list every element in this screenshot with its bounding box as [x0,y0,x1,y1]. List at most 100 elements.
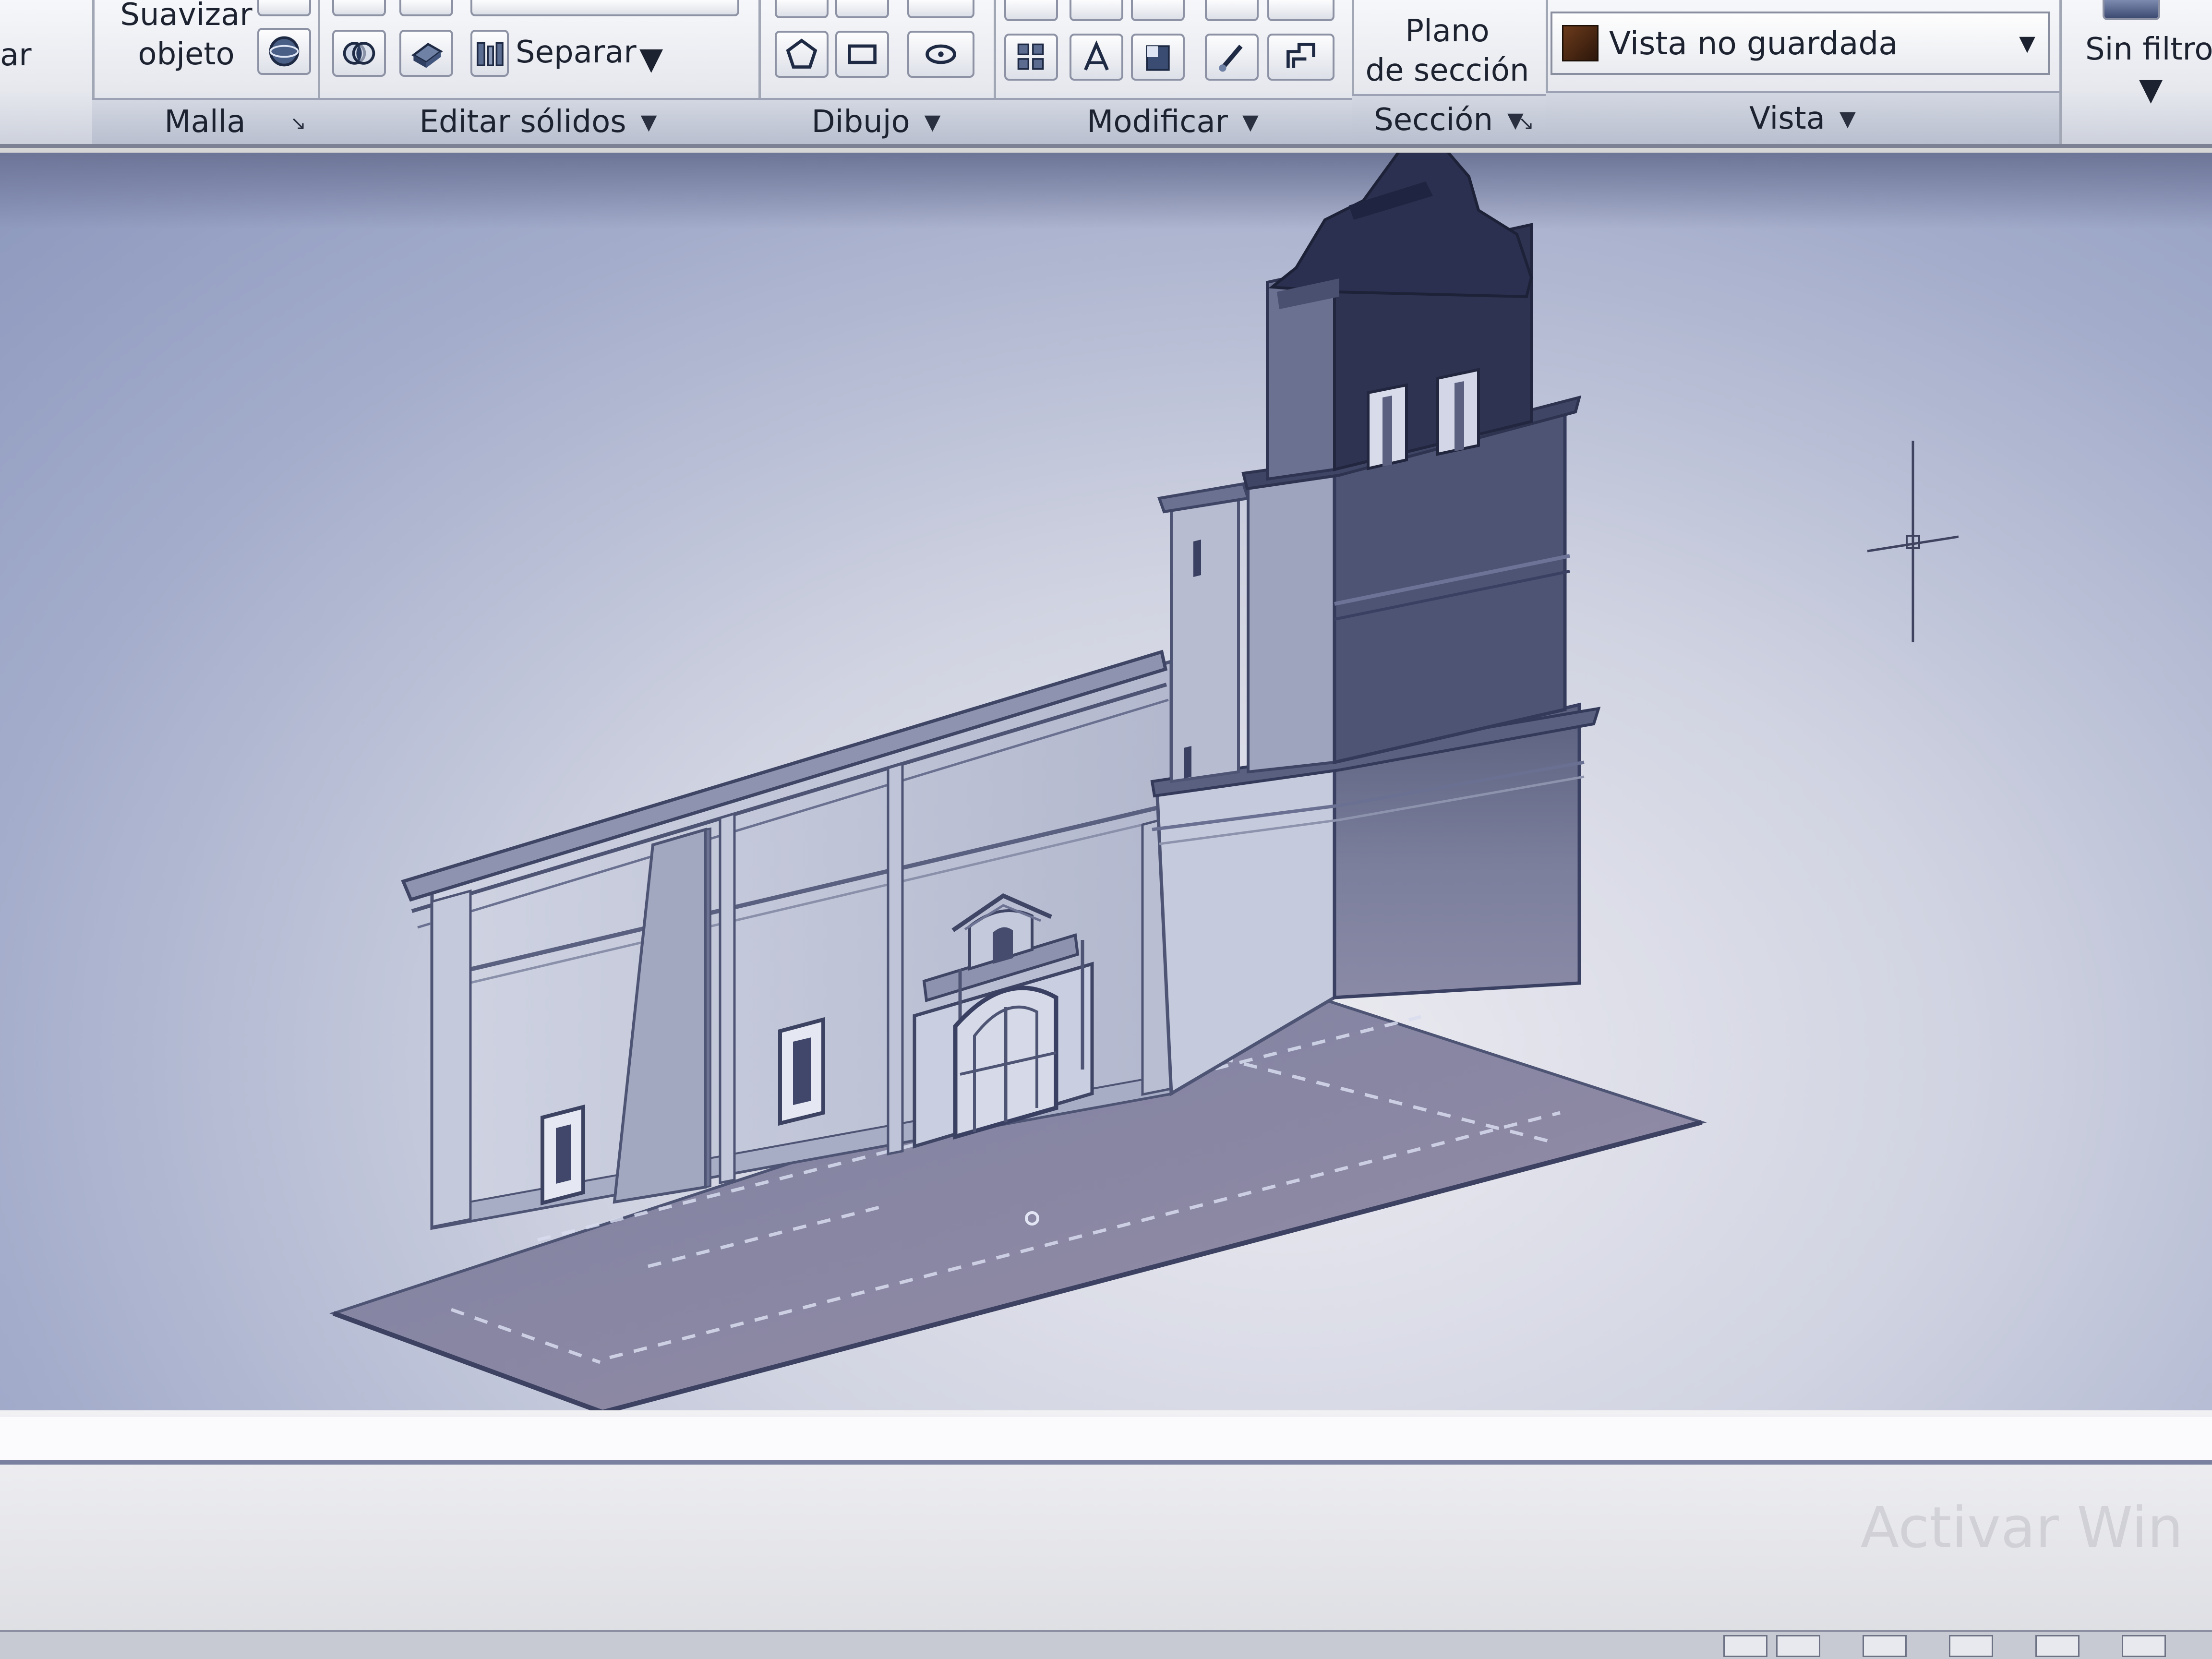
solid-tool-top-1[interactable] [332,0,386,16]
panel-title-modificar[interactable]: Modificar ▼ [994,98,1352,144]
chevron-down-icon: ▼ [2019,31,2035,56]
vista-title: Vista [1749,101,1825,136]
ribbon: ar Suavizar objeto Malla ↘ Separar ▼ Edi… [0,0,2212,148]
named-view-value: Vista no guardada [1609,24,1898,62]
array-button[interactable] [1004,34,1058,81]
ellipse-button[interactable] [907,31,974,78]
malla-title: Malla [164,104,246,140]
offset-icon [1286,43,1315,68]
rectangle-icon [848,44,877,64]
chevron-down-icon: ▼ [924,109,941,134]
section-plane-button[interactable]: Plano de sección [1358,12,1536,90]
dibujo-title: Dibujo [811,104,910,140]
layer-filter-icon-button[interactable] [2103,0,2160,20]
separate-icon [477,42,504,66]
buttress-side [705,827,711,1189]
draw-tool-top-1[interactable] [775,0,829,18]
mesh-sphere-button[interactable] [257,28,311,75]
panel-title-seccion[interactable]: Sección ▼ ↘ [1352,94,1546,144]
offset-edge-button[interactable] [1267,34,1334,81]
intersect-button[interactable] [332,30,386,77]
panel-seccion: Plano de sección Sección ▼ ↘ [1352,0,1548,144]
array-icon [1017,43,1044,70]
status-annotation-button[interactable] [1863,1635,1907,1657]
panel-filter: Sin filtro ▼ [2059,0,2212,144]
modify-tool-top-5[interactable] [1267,0,1334,21]
crosshair-cursor-icon [1867,441,1959,642]
solid-tool-top-2[interactable] [399,0,453,16]
separar-dropdown-icon[interactable]: ▼ [639,41,663,77]
mirror-3d-button[interactable] [1131,34,1185,81]
align-button[interactable] [1070,34,1123,81]
panel-dibujo: Dibujo ▼ [758,0,996,144]
panel-partial-left: ar [0,0,95,144]
plano-line2: de sección [1365,53,1529,88]
mirror-icon [1146,45,1170,71]
tower-upper-front [1247,468,1336,774]
panel-modificar: Modificar ▼ [994,0,1354,144]
extract-edges-button[interactable] [470,0,739,16]
tower-slit-window-2 [1184,746,1191,779]
chevron-down-icon: ▼ [640,109,657,134]
command-input[interactable] [0,1417,2212,1465]
modify-tool-top-1[interactable] [1004,0,1058,21]
tower-front-pilaster [1170,495,1240,783]
thicken-button[interactable] [399,30,453,77]
smooth-object-button[interactable]: Suavizar objeto [114,0,258,74]
fillet-icon [1219,45,1243,72]
polygon-icon [786,38,817,69]
status-lock-button[interactable] [2035,1635,2080,1657]
status-grid-button[interactable] [1723,1635,1767,1657]
belfry-pier-2 [1455,381,1464,451]
chevron-down-icon: ▼ [1839,106,1856,131]
separate-icon-button[interactable] [470,30,509,77]
panel-editar-solidos: Separar ▼ Editar sólidos ▼ [318,0,761,144]
church-3d-model [329,153,1707,1410]
modify-tool-top-4[interactable] [1205,0,1259,21]
panel-title-dibujo[interactable]: Dibujo ▼ [758,98,994,144]
named-view-dropdown[interactable]: Vista no guardada ▼ [1551,12,2050,75]
fillet-edge-button[interactable] [1205,34,1259,81]
dialog-launcher-icon[interactable]: ↘ [290,112,306,134]
autocad-window: ar Suavizar objeto Malla ↘ Separar ▼ Edi… [0,0,2212,1659]
align-icon [1084,40,1109,71]
sin-filtro-button[interactable]: Sin filtro [2085,32,2212,67]
belfry-crest [1268,153,1533,299]
ellipse-icon [926,44,956,64]
modify-tool-top-2[interactable] [1070,0,1123,21]
tower-slit-window [1193,540,1201,577]
polygon-button[interactable] [775,31,829,78]
panel-malla: Suavizar objeto Malla ↘ [92,0,320,144]
intersect-icon [343,42,375,65]
status-bar [0,1630,2212,1659]
draw-tool-top-3[interactable] [907,0,974,18]
dialog-launcher-icon[interactable]: ↘ [1518,112,1534,134]
modificar-title: Modificar [1087,104,1228,140]
separar-label[interactable]: Separar [516,35,637,70]
drawing-viewport[interactable] [0,153,2212,1410]
chevron-down-icon[interactable]: ▼ [2139,72,2163,108]
thicken-icon [411,43,443,68]
partial-label: ar [0,37,32,73]
modify-tool-top-3[interactable] [1131,0,1185,21]
status-snap-button[interactable] [1776,1635,1820,1657]
sphere-icon [269,36,300,67]
view-icon [1562,25,1599,61]
smooth-label-line2: objeto [138,36,235,72]
belfry-pier-1 [1382,396,1392,467]
panel-title-editar-solidos[interactable]: Editar sólidos ▼ [318,98,758,144]
smooth-label-line1: Suavizar [120,0,252,33]
draw-tool-top-2[interactable] [835,0,889,18]
rectangle-button[interactable] [835,31,889,78]
editar-title: Editar sólidos [419,104,626,140]
windows-activation-watermark: Activar Win [1860,1494,2183,1561]
panel-title-malla[interactable]: Malla ↘ [92,98,318,144]
command-area: Activar Win [0,1410,2212,1659]
plano-line1: Plano [1405,13,1490,49]
chevron-down-icon: ▼ [1242,109,1259,134]
mesh-tool-button-top[interactable] [257,0,311,16]
status-fullscreen-button[interactable] [2122,1635,2166,1657]
seccion-title: Sección [1374,102,1493,138]
status-workspace-button[interactable] [1949,1635,1993,1657]
panel-title-vista[interactable]: Vista ▼ [1546,91,2059,144]
